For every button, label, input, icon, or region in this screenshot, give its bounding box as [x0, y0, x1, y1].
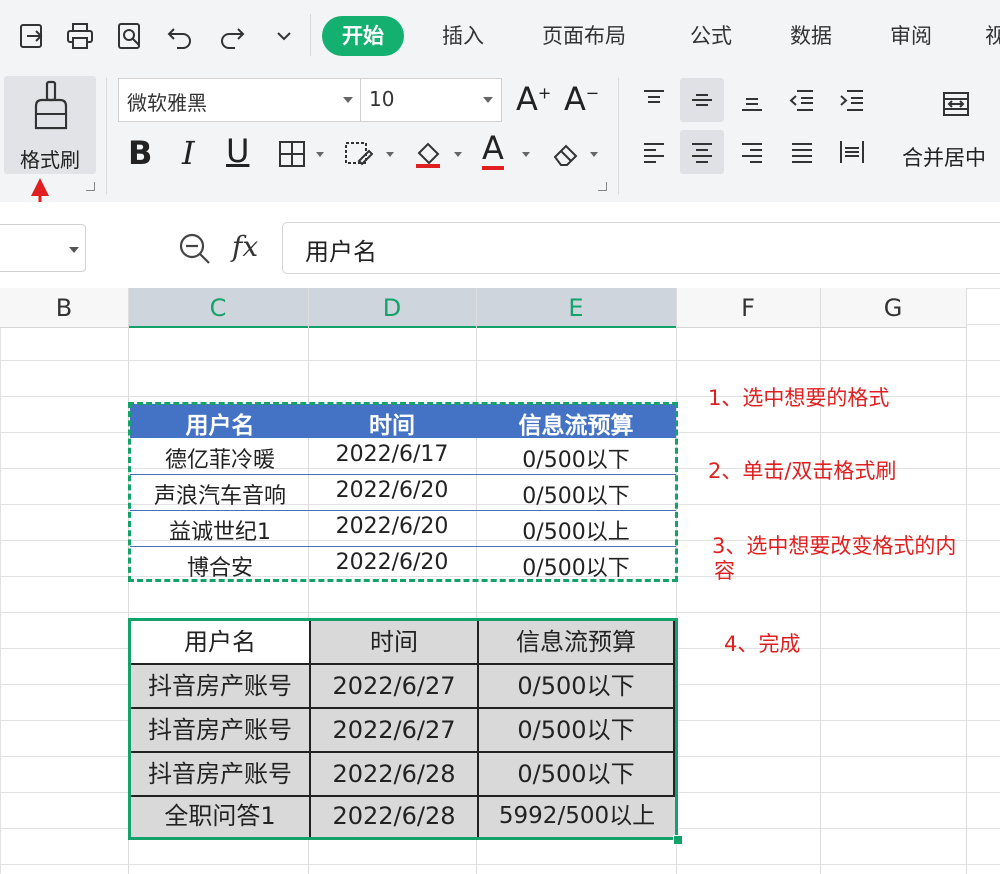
print-preview-icon[interactable] [110, 14, 150, 58]
table-cell[interactable]: 全职问答1 [131, 797, 311, 837]
column-header-g[interactable]: G [820, 288, 966, 328]
tab-review[interactable]: 审阅 [890, 16, 932, 56]
eraser-icon[interactable] [544, 132, 588, 176]
ribbon-home: 格式刷 微软雅黑 10 A+ A− B I U A 合并居中 [0, 72, 1000, 202]
quick-access-bar: 开始 插入 页面布局 公式 数据 审阅 视 [0, 0, 1000, 72]
align-top-icon[interactable] [632, 78, 676, 122]
table-cell[interactable]: 2022/6/27 [311, 665, 479, 709]
table-cell[interactable]: 2022/6/28 [311, 797, 479, 837]
export-icon[interactable] [12, 14, 52, 58]
table-cell[interactable]: 0/500以下 [479, 665, 675, 709]
decrease-font-size-icon[interactable]: A− [564, 80, 599, 118]
annotation-step-4: 4、完成 [724, 632, 801, 656]
table-cell[interactable]: 0/500以下 [479, 753, 675, 797]
tab-insert[interactable]: 插入 [442, 16, 484, 56]
table-cell[interactable]: 2022/6/27 [311, 709, 479, 753]
clipboard-launcher-icon[interactable] [86, 182, 95, 191]
header-cell-budget[interactable]: 信息流预算 [479, 621, 675, 665]
chevron-down-icon [483, 97, 493, 103]
column-header-b[interactable]: B [0, 288, 128, 328]
formula-value: 用户名 [305, 238, 377, 266]
name-box[interactable] [0, 224, 86, 272]
font-size-value: 10 [369, 87, 395, 111]
fx-icon[interactable]: fx [232, 230, 258, 263]
format-painter-button[interactable]: 格式刷 [4, 76, 96, 174]
table-cell[interactable]: 抖音房产账号 [131, 753, 311, 797]
align-middle-icon[interactable] [680, 78, 724, 122]
annotation-step-3-line-1: 3、选中想要改变格式的内 [712, 534, 957, 558]
table-cell[interactable]: 2022/6/28 [311, 753, 479, 797]
align-center-icon[interactable] [680, 130, 724, 174]
distributed-align-icon[interactable] [830, 130, 874, 174]
ribbon-divider [106, 78, 107, 194]
font-launcher-icon[interactable] [598, 182, 607, 191]
result-table[interactable]: 用户名 时间 信息流预算 抖音房产账号 2022/6/27 0/500以下 抖音… [128, 618, 678, 840]
tab-data[interactable]: 数据 [790, 16, 832, 56]
font-color-icon[interactable]: A [482, 130, 504, 170]
italic-icon[interactable]: I [182, 134, 195, 172]
decrease-indent-icon[interactable] [780, 78, 824, 122]
table-cell[interactable]: 0/500以下 [479, 709, 675, 753]
print-icon[interactable] [60, 14, 100, 58]
undo-icon[interactable] [160, 14, 200, 58]
font-size-select[interactable]: 10 [360, 78, 502, 122]
bold-icon[interactable]: B [128, 134, 152, 172]
annotation-step-3-line-2: 容 [714, 559, 735, 583]
chevron-down-icon[interactable] [522, 152, 530, 157]
annotation-step-1: 1、选中想要的格式 [708, 386, 890, 410]
zoom-out-icon[interactable] [176, 230, 214, 268]
merge-center-label[interactable]: 合并居中 [902, 142, 986, 172]
header-cell-time[interactable]: 时间 [311, 621, 479, 665]
column-header-d[interactable]: D [308, 288, 476, 328]
chevron-down-icon [343, 97, 353, 103]
table-cell[interactable]: 5992/500以上 [479, 797, 675, 837]
fill-color-icon[interactable] [406, 132, 450, 176]
merge-center-icon[interactable] [934, 82, 978, 126]
formula-input[interactable]: 用户名 [282, 222, 1000, 274]
borders-icon[interactable] [270, 132, 314, 176]
chevron-down-icon[interactable] [454, 152, 462, 157]
format-painter-label: 格式刷 [20, 148, 80, 172]
column-gridline [966, 288, 967, 874]
align-left-icon[interactable] [632, 130, 676, 174]
align-bottom-icon[interactable] [730, 78, 774, 122]
formula-bar: fx 用户名 [0, 202, 1000, 288]
customize-chevron-icon[interactable] [264, 14, 304, 58]
tab-page-layout[interactable]: 页面布局 [542, 16, 626, 56]
header-cell-username[interactable]: 用户名 [131, 621, 311, 665]
tab-view[interactable]: 视 [985, 16, 1000, 56]
font-name-select[interactable]: 微软雅黑 [118, 78, 362, 122]
underline-icon[interactable]: U [226, 132, 249, 170]
increase-font-size-icon[interactable]: A+ [516, 80, 551, 118]
toolbar-divider [310, 14, 311, 56]
cell-style-icon[interactable] [336, 132, 380, 176]
column-header-e[interactable]: E [476, 288, 676, 328]
tab-home[interactable]: 开始 [322, 16, 404, 56]
chevron-down-icon [69, 247, 79, 253]
table-cell[interactable]: 抖音房产账号 [131, 665, 311, 709]
column-header-c[interactable]: C [128, 288, 308, 328]
fill-handle[interactable] [673, 835, 683, 845]
justify-icon[interactable] [780, 130, 824, 174]
annotation-step-2: 2、单击/双击格式刷 [708, 459, 897, 483]
chevron-down-icon[interactable] [590, 152, 598, 157]
column-header-f[interactable]: F [676, 288, 820, 328]
increase-indent-icon[interactable] [830, 78, 874, 122]
redo-icon[interactable] [212, 14, 252, 58]
tab-formulas[interactable]: 公式 [690, 16, 732, 56]
copy-selection-marquee [128, 402, 678, 582]
column-gridline [820, 288, 821, 874]
table-cell[interactable]: 抖音房产账号 [131, 709, 311, 753]
chevron-down-icon[interactable] [316, 152, 324, 157]
chevron-down-icon[interactable] [386, 152, 394, 157]
format-painter-icon [34, 80, 68, 130]
align-right-icon[interactable] [730, 130, 774, 174]
font-name-value: 微软雅黑 [127, 91, 207, 115]
ribbon-divider [618, 78, 619, 194]
